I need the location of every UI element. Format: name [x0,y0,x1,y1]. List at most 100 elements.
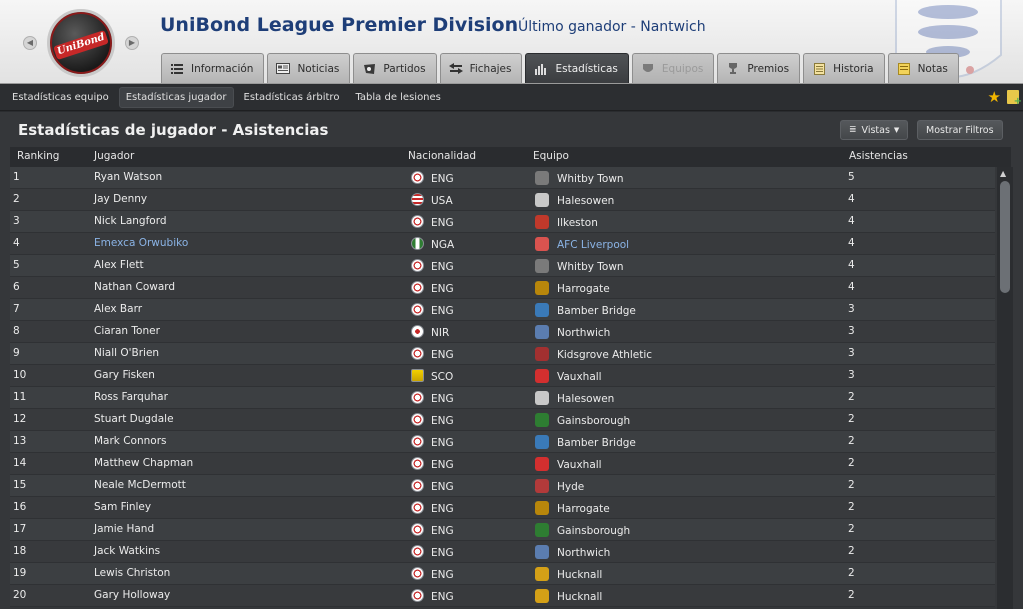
club-name-link[interactable]: Vauxhall [557,371,602,383]
club-name-link[interactable]: Hucknall [557,569,602,581]
tab-estadisticas[interactable]: Estadísticas [525,53,629,83]
player-name-cell[interactable]: Mark Connors [94,435,167,447]
tab-fichajes[interactable]: Fichajes [439,53,523,83]
player-name-link[interactable]: Alex Flett [94,259,144,271]
player-name-cell[interactable]: Ciaran Toner [94,325,160,337]
table-row[interactable]: 2 Jay Denny USA Halesowen 4 [10,189,995,211]
club-name-link[interactable]: Gainsborough [557,525,630,537]
tab-partidos[interactable]: Partidos [353,53,437,83]
tab-historia[interactable]: Historia [803,53,885,83]
player-name-cell[interactable]: Niall O'Brien [94,347,159,359]
table-row[interactable]: 8 Ciaran Toner NIR Northwich 3 [10,321,995,343]
club-name-link[interactable]: Northwich [557,327,610,339]
player-name-cell[interactable]: Nathan Coward [94,281,175,293]
club-name-link[interactable]: Halesowen [557,393,614,405]
player-name-link[interactable]: Ross Farquhar [94,391,168,403]
player-name-link[interactable]: Jamie Hand [94,523,154,535]
table-row[interactable]: 19 Lewis Christon ENG Hucknall 2 [10,563,995,585]
player-name-cell[interactable]: Gary Holloway [94,589,170,601]
player-name-link[interactable]: Alex Barr [94,303,142,315]
club-name-link[interactable]: Harrogate [557,503,610,515]
club-name-link[interactable]: Hyde [557,481,584,493]
player-name-link[interactable]: Ciaran Toner [94,325,160,337]
player-name-link[interactable]: Jay Denny [94,193,147,205]
player-name-cell[interactable]: Lewis Christon [94,567,170,579]
player-name-cell[interactable]: Emexca Orwubiko [94,237,188,249]
table-row[interactable]: 14 Matthew Chapman ENG Vauxhall 2 [10,453,995,475]
table-row[interactable]: 5 Alex Flett ENG Whitby Town 4 [10,255,995,277]
scroll-up-icon[interactable]: ▲ [1000,169,1006,178]
player-name-cell[interactable]: Stuart Dugdale [94,413,174,425]
column-header-club[interactable]: Equipo [533,150,569,162]
table-row[interactable]: 20 Gary Holloway ENG Hucknall 2 [10,585,995,607]
player-name-link[interactable]: Gary Fisken [94,369,155,381]
tab-premios[interactable]: Premios [717,53,801,83]
player-name-link[interactable]: Nick Langford [94,215,167,227]
player-name-cell[interactable]: Ross Farquhar [94,391,168,403]
table-row[interactable]: 16 Sam Finley ENG Harrogate 2 [10,497,995,519]
favourite-star-icon[interactable]: ★ [988,88,1001,106]
player-name-link[interactable]: Matthew Chapman [94,457,193,469]
club-name-link[interactable]: Bamber Bridge [557,305,636,317]
tab-noticias[interactable]: Noticias [267,53,351,83]
player-name-cell[interactable]: Jamie Hand [94,523,154,535]
player-name-link[interactable]: Neale McDermott [94,479,186,491]
club-name-link[interactable]: Bamber Bridge [557,437,636,449]
views-button[interactable]: ≣ Vistas ▼ [840,120,909,140]
subtab-injury-table[interactable]: Tabla de lesiones [349,88,446,107]
subtab-referee-stats[interactable]: Estadísticas árbitro [238,88,346,107]
player-name-cell[interactable]: Neale McDermott [94,479,186,491]
column-header-nationality[interactable]: Nacionalidad [408,150,476,162]
subtab-team-stats[interactable]: Estadísticas equipo [6,88,115,107]
player-name-link[interactable]: Mark Connors [94,435,167,447]
player-name-cell[interactable]: Alex Flett [94,259,144,271]
player-name-link[interactable]: Jack Watkins [94,545,160,557]
back-arrow-icon[interactable]: ◀ [23,36,37,50]
tab-equipos[interactable]: Equipos [631,53,715,83]
tab-informacion[interactable]: Información [161,53,265,83]
player-name-cell[interactable]: Matthew Chapman [94,457,193,469]
player-name-link[interactable]: Ryan Watson [94,171,162,183]
club-name-link[interactable]: Halesowen [557,195,614,207]
player-name-link[interactable]: Sam Finley [94,501,151,513]
show-filters-button[interactable]: Mostrar Filtros [917,120,1003,140]
player-name-link[interactable]: Niall O'Brien [94,347,159,359]
table-row[interactable]: 13 Mark Connors ENG Bamber Bridge 2 [10,431,995,453]
club-name-link[interactable]: Whitby Town [557,173,624,185]
club-name-link[interactable]: Harrogate [557,283,610,295]
table-row[interactable]: 1 Ryan Watson ENG Whitby Town 5 [10,167,995,189]
player-name-cell[interactable]: Jack Watkins [94,545,160,557]
club-name-link[interactable]: Northwich [557,547,610,559]
club-name-link[interactable]: AFC Liverpool [557,239,629,251]
player-name-cell[interactable]: Alex Barr [94,303,142,315]
club-name-link[interactable]: Gainsborough [557,415,630,427]
forward-arrow-icon[interactable]: ▶ [125,36,139,50]
club-name-link[interactable]: Ilkeston [557,217,598,229]
club-name-link[interactable]: Whitby Town [557,261,624,273]
player-name-link[interactable]: Lewis Christon [94,567,170,579]
table-row[interactable]: 18 Jack Watkins ENG Northwich 2 [10,541,995,563]
player-name-link[interactable]: Nathan Coward [94,281,175,293]
column-header-player[interactable]: Jugador [94,150,134,162]
table-row[interactable]: 4 Emexca Orwubiko NGA AFC Liverpool 4 [10,233,995,255]
player-name-cell[interactable]: Nick Langford [94,215,167,227]
player-name-link[interactable]: Emexca Orwubiko [94,237,188,249]
column-header-assists[interactable]: Asistencias [849,150,908,162]
subtab-player-stats[interactable]: Estadísticas jugador [118,87,234,108]
table-row[interactable]: 9 Niall O'Brien ENG Kidsgrove Athletic 3 [10,343,995,365]
table-row[interactable]: 17 Jamie Hand ENG Gainsborough 2 [10,519,995,541]
table-row[interactable]: 11 Ross Farquhar ENG Halesowen 2 [10,387,995,409]
table-row[interactable]: 7 Alex Barr ENG Bamber Bridge 3 [10,299,995,321]
player-name-link[interactable]: Stuart Dugdale [94,413,174,425]
player-name-cell[interactable]: Gary Fisken [94,369,155,381]
column-header-ranking[interactable]: Ranking [17,150,59,162]
club-name-link[interactable]: Kidsgrove Athletic [557,349,652,361]
tab-notas[interactable]: Notas [887,53,959,83]
table-row[interactable]: 3 Nick Langford ENG Ilkeston 4 [10,211,995,233]
table-row[interactable]: 12 Stuart Dugdale ENG Gainsborough 2 [10,409,995,431]
player-name-cell[interactable]: Jay Denny [94,193,147,205]
player-name-cell[interactable]: Ryan Watson [94,171,162,183]
player-name-link[interactable]: Gary Holloway [94,589,170,601]
table-row[interactable]: 6 Nathan Coward ENG Harrogate 4 [10,277,995,299]
table-row[interactable]: 10 Gary Fisken SCO Vauxhall 3 [10,365,995,387]
